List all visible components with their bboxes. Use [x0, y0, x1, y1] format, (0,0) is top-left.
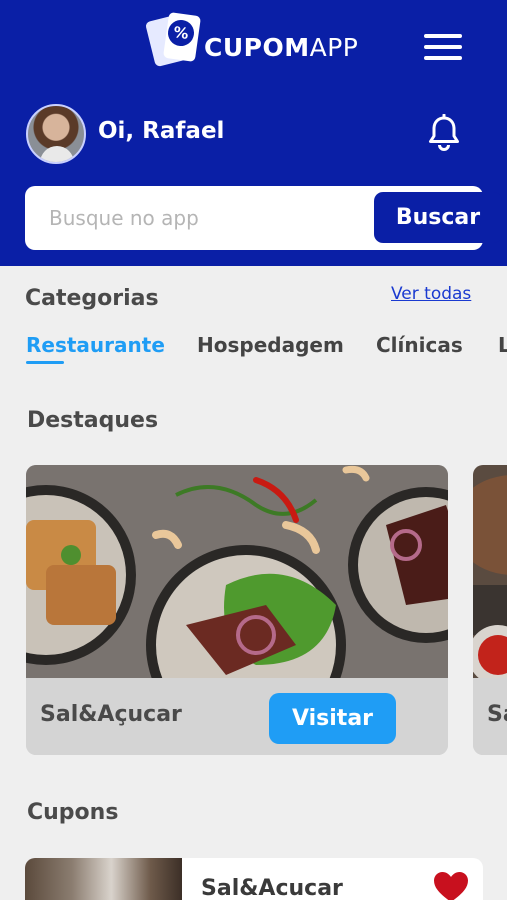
logo-text: CUPOMAPP — [204, 33, 358, 62]
highlight-card-name: Sal&Açucar — [40, 702, 182, 727]
user-greeting: Oi, Rafael — [98, 118, 225, 144]
active-tab-indicator — [26, 361, 64, 364]
highlight-card[interactable]: Sal&Açucar Visitar — [26, 465, 448, 755]
coupon-logo-icon: % — [144, 11, 202, 68]
see-all-categories-link[interactable]: Ver todas — [391, 284, 471, 304]
hamburger-menu-icon[interactable] — [424, 34, 462, 62]
heart-icon[interactable] — [432, 870, 470, 900]
categories-title: Categorias — [25, 286, 159, 311]
coupon-name: Sal&Acucar — [201, 876, 343, 900]
search-button[interactable]: Buscar — [374, 192, 502, 243]
app-logo: % CUPOMAPP — [144, 11, 358, 68]
app-header: % CUPOMAPP Oi, Rafael Buscar — [0, 0, 507, 266]
highlights-carousel[interactable]: Sal&Açucar Visitar Sa — [0, 465, 507, 755]
coupon-card[interactable]: Sal&Acucar — [25, 858, 483, 900]
search-bar: Buscar — [25, 186, 502, 250]
highlight-card[interactable]: Sa — [473, 465, 507, 755]
user-avatar[interactable] — [26, 104, 86, 164]
coupons-title: Cupons — [27, 800, 119, 825]
highlights-title: Destaques — [27, 408, 159, 433]
tab-hospedagem[interactable]: Hospedagem — [197, 333, 344, 357]
highlight-card-footer: Sa — [473, 678, 507, 755]
tab-clinicas[interactable]: Clínicas — [376, 333, 463, 357]
highlight-card-footer: Sal&Açucar Visitar — [26, 678, 448, 755]
bell-icon[interactable] — [426, 114, 462, 152]
restaurant-food-image — [26, 465, 448, 678]
restaurant-food-image — [473, 465, 507, 678]
tab-partial[interactable]: L — [498, 333, 507, 357]
search-input[interactable] — [49, 198, 349, 238]
highlight-card-name: Sa — [487, 702, 507, 727]
logo-text-light: APP — [309, 32, 359, 62]
category-tabs: Restaurante Hospedagem Clínicas L — [26, 333, 507, 373]
tab-restaurante[interactable]: Restaurante — [26, 333, 165, 357]
visit-button[interactable]: Visitar — [269, 693, 396, 744]
logo-text-bold: CUPOM — [204, 32, 310, 62]
coupon-image — [25, 858, 182, 900]
